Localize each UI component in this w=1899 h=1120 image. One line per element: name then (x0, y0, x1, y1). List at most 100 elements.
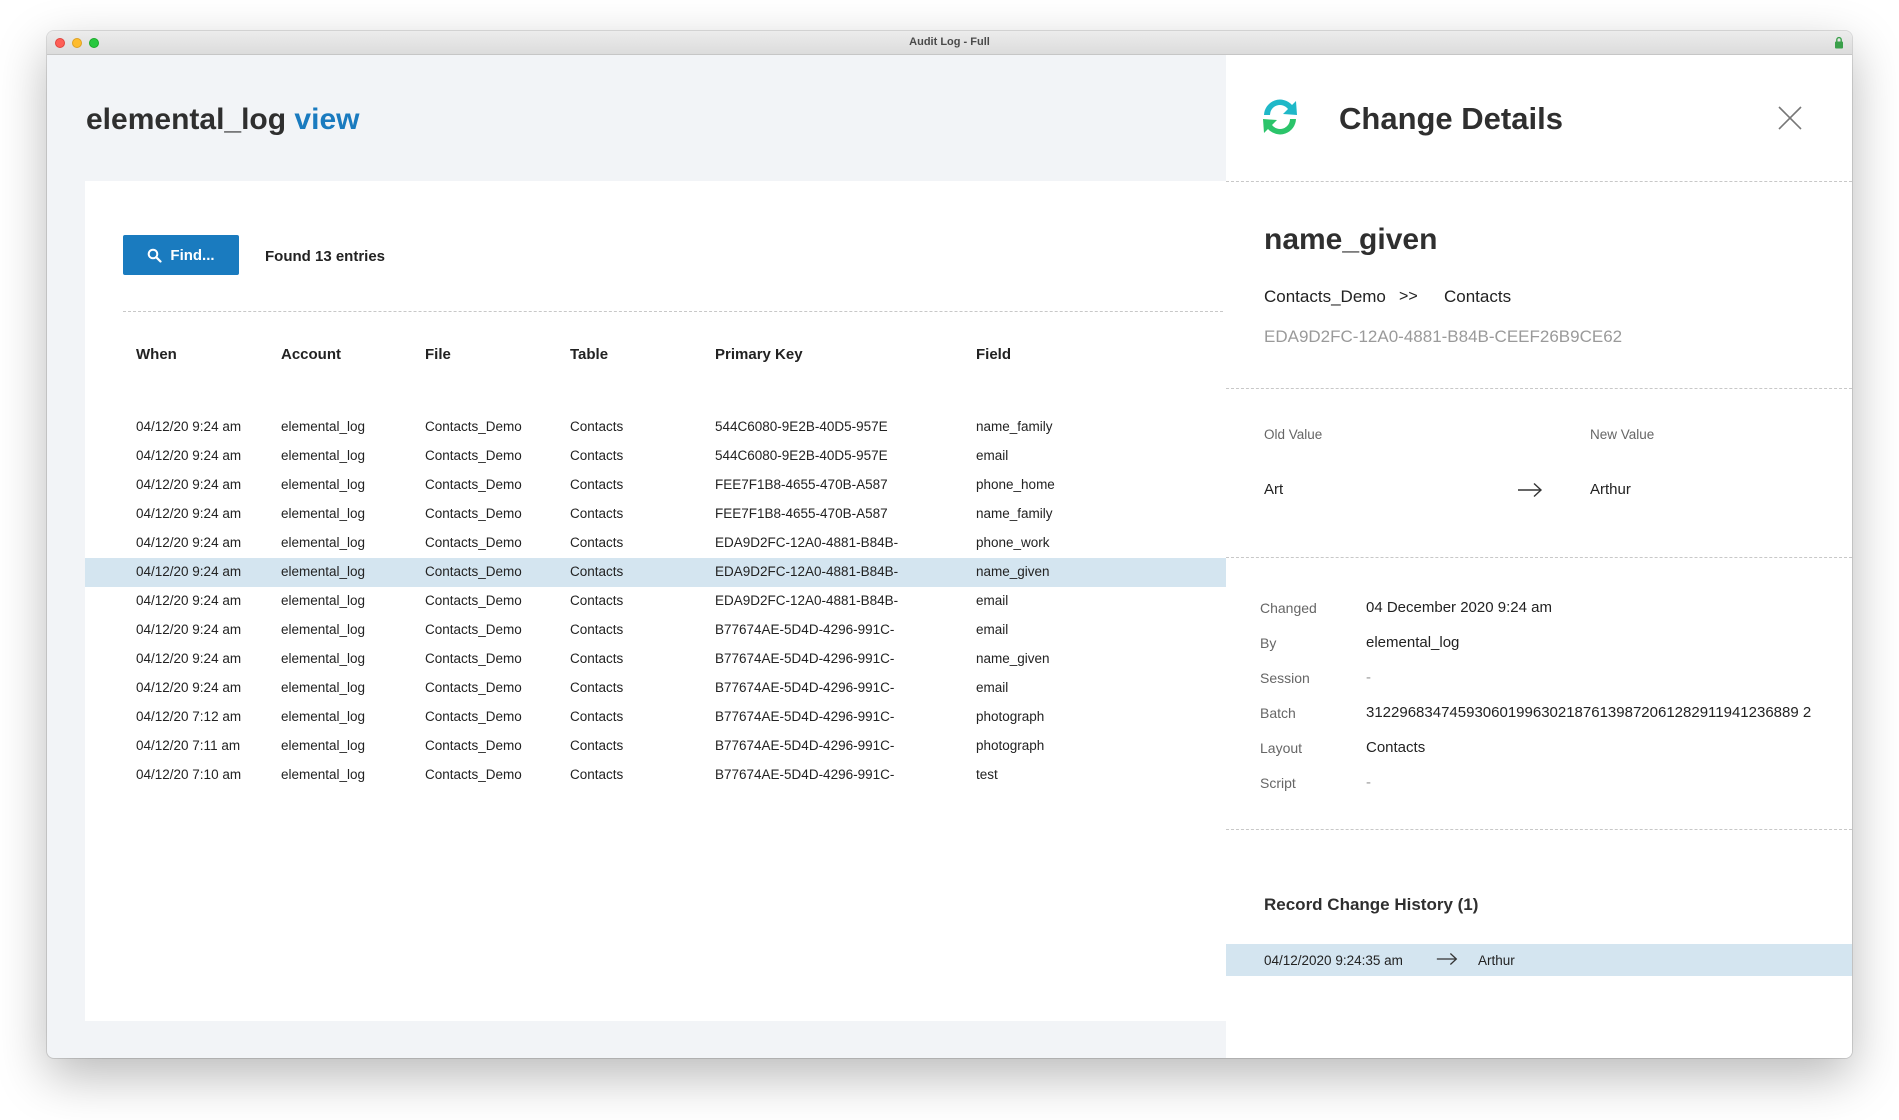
cell-account: elemental_log (281, 680, 366, 695)
page-title: elemental_log view (86, 103, 359, 137)
cell-account: elemental_log (281, 506, 366, 521)
breadcrumb-table: Contacts (1444, 287, 1512, 306)
cell-table: Contacts (570, 506, 624, 521)
cell-field: email (976, 593, 1009, 608)
table-row[interactable]: 04/12/20 9:24 am elemental_log Contacts_De… (85, 500, 1265, 529)
cell-when: 04/12/20 9:24 am (136, 593, 242, 608)
cell-field: phone_home (976, 477, 1055, 492)
cell-file: Contacts_Demo (425, 448, 522, 463)
app-window: Audit Log - Full elemental_log view Find… (47, 31, 1852, 1058)
cell-primary-key: B77674AE-5D4D-4296-991C- (715, 709, 895, 724)
changed-label: Changed (1260, 600, 1317, 616)
cell-primary-key: EDA9D2FC-12A0-4881-B84B- (715, 593, 899, 608)
column-header-when[interactable]: When (136, 346, 177, 363)
title-bar: Audit Log - Full (47, 31, 1852, 55)
cell-file: Contacts_Demo (425, 419, 522, 434)
script-label: Script (1260, 775, 1296, 791)
cell-field: email (976, 448, 1009, 463)
cell-when: 04/12/20 9:24 am (136, 477, 242, 492)
by-label: By (1260, 635, 1277, 651)
cell-account: elemental_log (281, 477, 366, 492)
cell-table: Contacts (570, 448, 624, 463)
cell-account: elemental_log (281, 535, 366, 550)
cell-file: Contacts_Demo (425, 506, 522, 521)
cell-table: Contacts (570, 767, 624, 782)
column-header-account[interactable]: Account (281, 346, 341, 363)
cell-primary-key: FEE7F1B8-4655-470B-A587 (715, 477, 888, 492)
divider (123, 311, 1223, 312)
table-row[interactable]: 04/12/20 9:24 am elemental_log Contacts_De… (85, 442, 1265, 471)
arrow-right-icon (1518, 482, 1543, 498)
script-value: - (1366, 774, 1371, 791)
primary-key: EDA9D2FC-12A0-4881-B84B-CEEF26B9CE62 (1264, 327, 1623, 346)
cell-primary-key: B77674AE-5D4D-4296-991C- (715, 651, 895, 666)
table-row[interactable]: 04/12/20 9:24 am elemental_log Contacts_De… (85, 674, 1265, 703)
layout-label: Layout (1260, 740, 1303, 756)
divider (1226, 829, 1852, 830)
panel-title: Change Details (1339, 101, 1563, 136)
cell-when: 04/12/20 9:24 am (136, 535, 242, 550)
new-value: Arthur (1590, 481, 1631, 498)
table-row[interactable]: 04/12/20 9:24 am elemental_log Contacts_De… (85, 616, 1265, 645)
cell-when: 04/12/20 9:24 am (136, 680, 242, 695)
history-time: 04/12/2020 9:24:35 am (1264, 953, 1403, 968)
column-header-primary-key[interactable]: Primary Key (715, 346, 803, 363)
cell-account: elemental_log (281, 564, 366, 579)
cell-primary-key: EDA9D2FC-12A0-4881-B84B- (715, 535, 899, 550)
table-row[interactable]: 04/12/20 9:24 am elemental_log Contacts_De… (85, 413, 1265, 442)
table-row[interactable]: 04/12/20 7:12 am elemental_log Contacts_De… (85, 703, 1265, 732)
old-value-label: Old Value (1264, 427, 1323, 442)
column-header-field[interactable]: Field (976, 346, 1011, 363)
cell-primary-key: B77674AE-5D4D-4296-991C- (715, 767, 895, 782)
column-header-file[interactable]: File (425, 346, 451, 363)
cell-primary-key: 544C6080-9E2B-40D5-957E (715, 448, 888, 463)
cell-primary-key: EDA9D2FC-12A0-4881-B84B- (715, 564, 899, 579)
table-row[interactable]: 04/12/20 9:24 am elemental_log Contacts_De… (85, 558, 1265, 587)
table-row[interactable]: 04/12/20 7:11 am elemental_log Contacts_De… (85, 732, 1265, 761)
cell-when: 04/12/20 9:24 am (136, 564, 242, 579)
find-button[interactable]: Find... (123, 235, 239, 275)
cell-account: elemental_log (281, 419, 366, 434)
history-row[interactable]: 04/12/2020 9:24:35 am Arthur (1226, 944, 1852, 976)
cell-account: elemental_log (281, 448, 366, 463)
table-row[interactable]: 04/12/20 9:24 am elemental_log Contacts_De… (85, 471, 1265, 500)
cell-field: phone_work (976, 535, 1050, 550)
cell-field: test (976, 767, 998, 782)
close-icon[interactable] (1777, 105, 1803, 131)
window-title: Audit Log - Full (909, 36, 990, 48)
lock-icon (1835, 36, 1843, 49)
cell-field: photograph (976, 738, 1045, 753)
cell-field: name_family (976, 506, 1053, 521)
cell-account: elemental_log (281, 622, 366, 637)
breadcrumb-file: Contacts_Demo (1264, 287, 1386, 306)
table-row[interactable]: 04/12/20 9:24 am elemental_log Contacts_De… (85, 529, 1265, 558)
cell-file: Contacts_Demo (425, 680, 522, 695)
cell-primary-key: 544C6080-9E2B-40D5-957E (715, 419, 888, 434)
cell-field: photograph (976, 709, 1045, 724)
cell-file: Contacts_Demo (425, 767, 522, 782)
cell-field: email (976, 680, 1009, 695)
session-label: Session (1260, 670, 1310, 686)
divider (1226, 388, 1852, 389)
find-button-label: Find... (170, 246, 215, 264)
cell-field: email (976, 622, 1009, 637)
cell-primary-key: B77674AE-5D4D-4296-991C- (715, 680, 895, 695)
column-header-table[interactable]: Table (570, 346, 608, 363)
cell-account: elemental_log (281, 709, 366, 724)
layout-value: Contacts (1366, 739, 1426, 756)
breadcrumb-separator: >> (1399, 288, 1418, 305)
cell-account: elemental_log (281, 767, 366, 782)
cell-file: Contacts_Demo (425, 709, 522, 724)
cell-table: Contacts (570, 622, 624, 637)
table-row[interactable]: 04/12/20 9:24 am elemental_log Contacts_De… (85, 645, 1265, 674)
history-value: Arthur (1478, 953, 1515, 968)
cell-when: 04/12/20 9:24 am (136, 448, 242, 463)
cell-file: Contacts_Demo (425, 477, 522, 492)
cell-table: Contacts (570, 535, 624, 550)
cell-file: Contacts_Demo (425, 593, 522, 608)
table-row[interactable]: 04/12/20 9:24 am elemental_log Contacts_De… (85, 587, 1265, 616)
divider (1226, 181, 1852, 182)
cell-file: Contacts_Demo (425, 535, 522, 550)
table-row[interactable]: 04/12/20 7:10 am elemental_log Contacts_De… (85, 761, 1265, 790)
cell-table: Contacts (570, 477, 624, 492)
